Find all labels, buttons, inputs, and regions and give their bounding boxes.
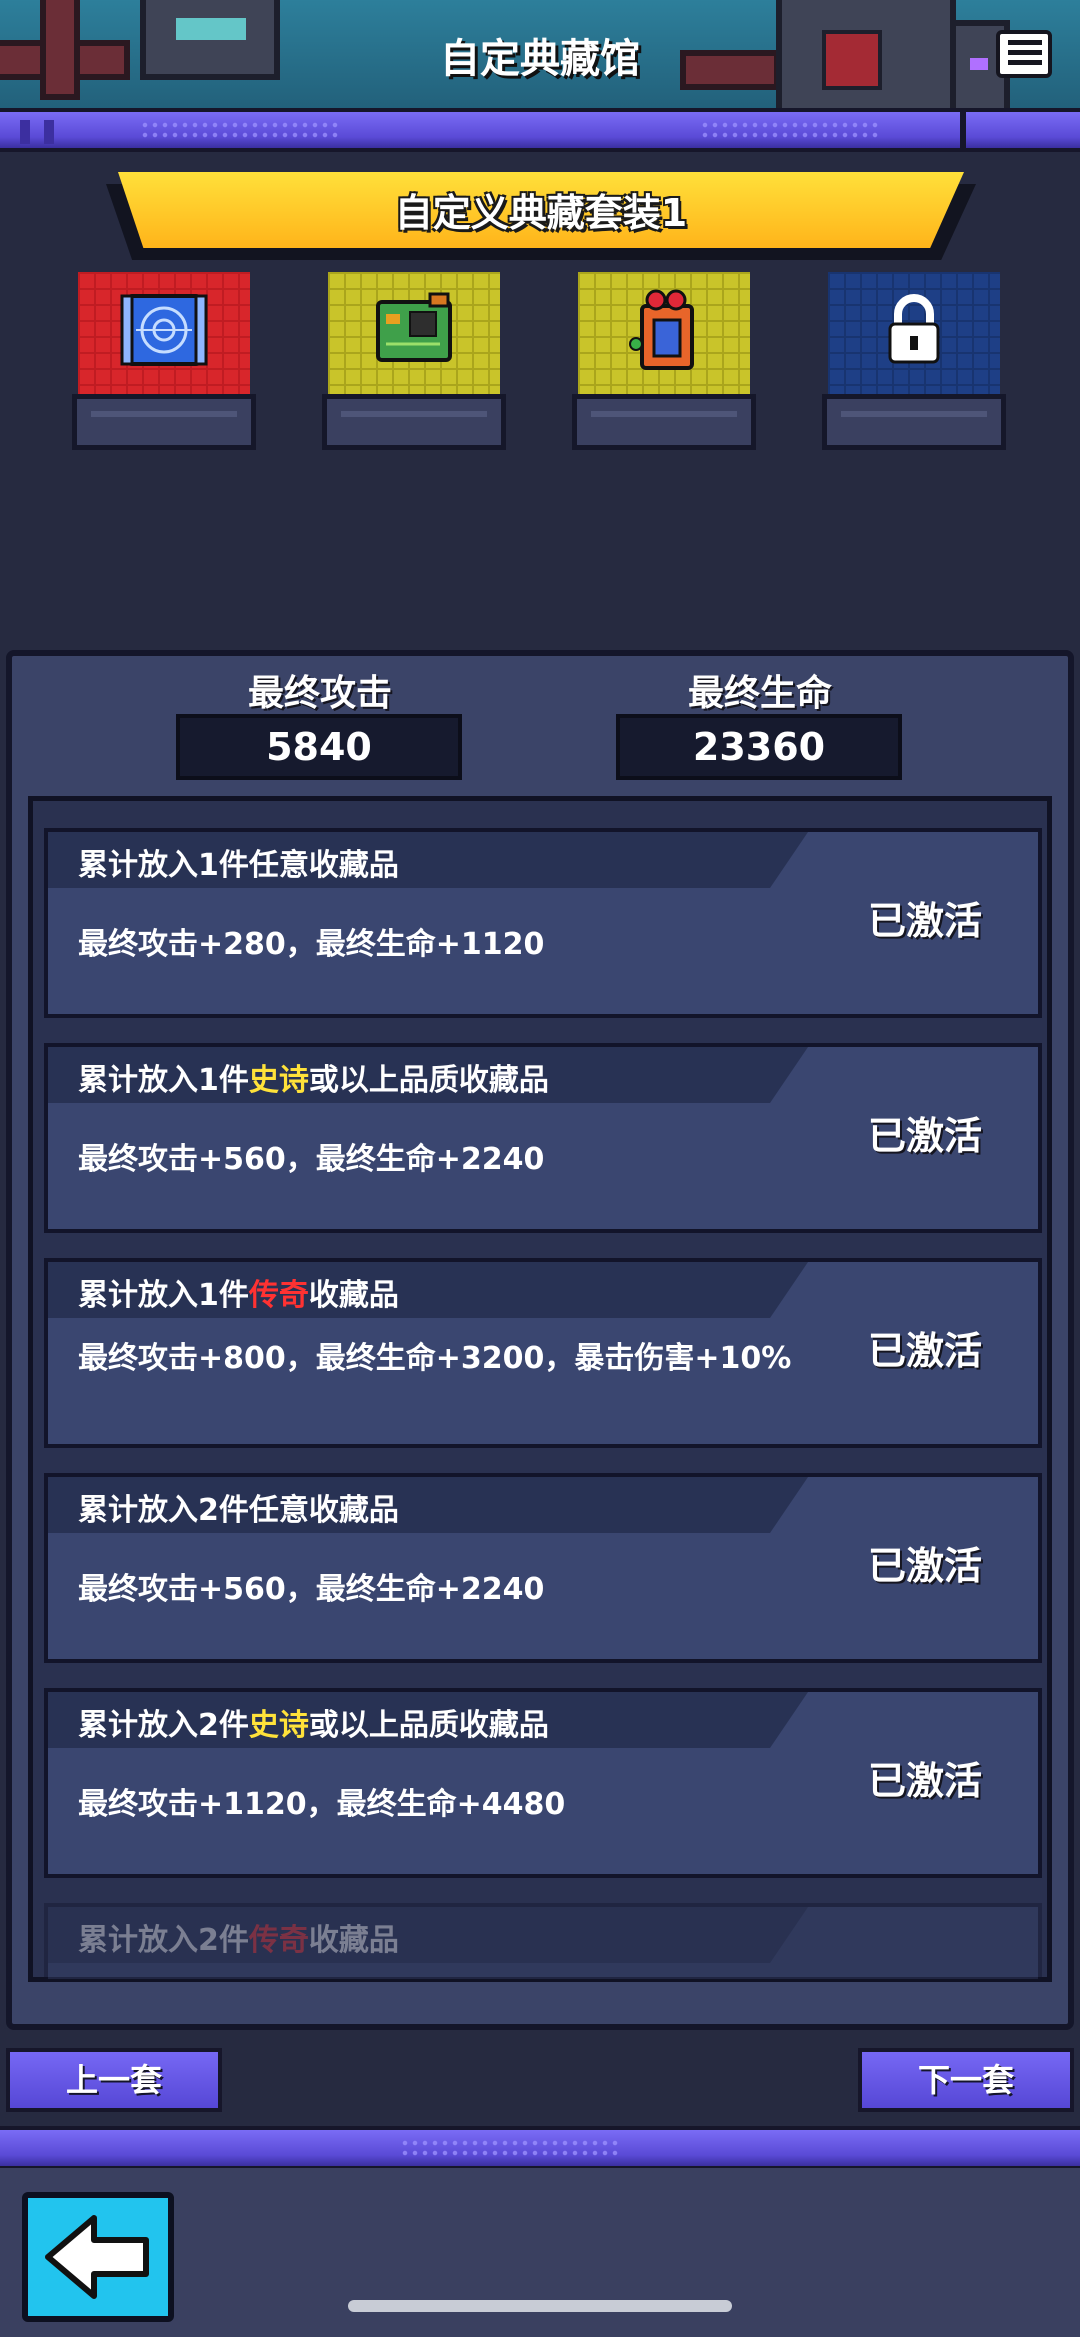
left-arrow-icon: [45, 2215, 149, 2299]
bonus-card: 累计放入1件任意收藏品 最终攻击+280，最终生命+1120 已激活: [44, 828, 1042, 1018]
bonus-title: 累计放入1件传奇收藏品: [78, 1278, 399, 1313]
final-attack-label: 最终攻击: [247, 673, 392, 714]
blueprint-item-icon: [120, 294, 208, 366]
list-menu-icon[interactable]: [996, 30, 1052, 78]
collection-slot-2[interactable]: [322, 272, 506, 452]
back-button[interactable]: [22, 2192, 174, 2322]
bonus-status: 已激活: [868, 1114, 983, 1158]
bonus-card: 累计放入1件传奇收藏品 最终攻击+800，最终生命+3200，暴击伤害+10% …: [44, 1258, 1042, 1448]
home-indicator: [348, 2300, 732, 2312]
final-attack-value: 5840: [176, 714, 462, 780]
bonus-description: 最终攻击+560，最终生命+2240: [78, 1142, 545, 1177]
bonus-card: 累计放入2件史诗或以上品质收藏品 最终攻击+1120，最终生命+4480 已激活: [44, 1688, 1042, 1878]
bonus-card: 累计放入2件任意收藏品 最终攻击+560，最终生命+2240 已激活: [44, 1473, 1042, 1663]
final-hp-label: 最终生命: [687, 673, 832, 714]
collection-slot-4-locked[interactable]: [822, 272, 1006, 452]
bonus-status: 已激活: [868, 1329, 983, 1373]
bonus-title: 累计放入2件史诗或以上品质收藏品: [78, 1708, 549, 1743]
set-title: 自定义典藏套装1: [394, 191, 688, 235]
gift-card-item-icon: [629, 289, 694, 370]
circuit-board-item-icon: [376, 292, 452, 362]
bonus-card: 累计放入1件史诗或以上品质收藏品 最终攻击+560，最终生命+2240 已激活: [44, 1043, 1042, 1233]
bonus-card-partial: 累计放入2件传奇收藏品: [44, 1903, 1042, 1979]
bonus-description: 最终攻击+1120，最终生命+4480: [78, 1787, 566, 1822]
bottom-stripe-bar: [0, 2126, 1080, 2170]
bonus-status: 已激活: [868, 1759, 983, 1803]
prev-set-button[interactable]: 上一套: [6, 2048, 222, 2112]
bonus-description: 最终攻击+800，最终生命+3200，暴击伤害+10%: [78, 1341, 792, 1376]
bonus-title: 累计放入2件传奇收藏品: [78, 1923, 399, 1958]
collection-slot-3[interactable]: [572, 272, 756, 452]
bonus-status: 已激活: [868, 899, 983, 943]
next-set-button[interactable]: 下一套: [858, 2048, 1074, 2112]
bonus-title: 累计放入2件任意收藏品: [78, 1493, 399, 1528]
bonus-title: 累计放入1件史诗或以上品质收藏品: [78, 1063, 549, 1098]
collection-slot-1[interactable]: [72, 272, 256, 452]
page-title: 自定典藏馆: [440, 36, 640, 82]
lock-icon: [888, 294, 940, 364]
bonus-description: 最终攻击+560，最终生命+2240: [78, 1572, 545, 1607]
bonus-status: 已激活: [868, 1544, 983, 1588]
bonus-description: 最终攻击+280，最终生命+1120: [78, 927, 545, 962]
bonus-title: 累计放入1件任意收藏品: [78, 848, 399, 883]
final-hp-value: 23360: [616, 714, 902, 780]
top-stripe-bar: [0, 108, 1080, 152]
